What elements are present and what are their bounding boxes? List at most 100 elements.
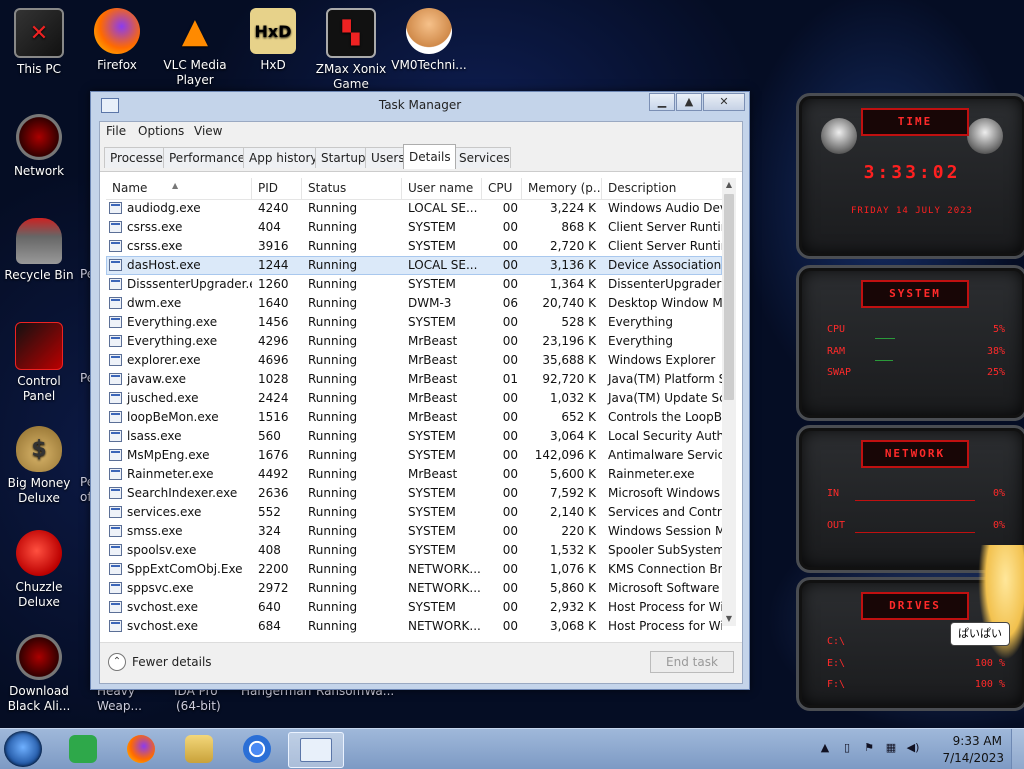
table-row[interactable]: svchost.exe 684 Running NETWORK... 00 3,068 K…: [106, 617, 722, 636]
window-client-area: File Options View Processes Performance …: [99, 121, 743, 684]
table-row[interactable]: loopBeMon.exe 1516 Running MrBeast 00 652 K Co…: [106, 408, 722, 427]
table-row[interactable]: DisssenterUpgrader.exe 1260 Running SYSTEM 0…: [106, 275, 722, 294]
taskbar-notes[interactable]: [58, 732, 108, 766]
table-row[interactable]: MsMpEng.exe 1676 Running SYSTEM 00 142,096 K A…: [106, 446, 722, 465]
user-name-cell: SYSTEM: [408, 315, 456, 329]
table-row[interactable]: Everything.exe 4296 Running MrBeast 00 23,196…: [106, 332, 722, 351]
memory-cell: 20,740 K: [542, 296, 596, 310]
table-row[interactable]: svchost.exe 640 Running SYSTEM 00 2,932 K Host…: [106, 598, 722, 617]
column-header-label: Name: [112, 181, 148, 195]
flag-icon[interactable]: ⚑: [862, 741, 876, 755]
table-row[interactable]: sppsvc.exe 2972 Running NETWORK... 00 5,860 K…: [106, 579, 722, 598]
taskbar-firefox[interactable]: [116, 732, 166, 766]
process-name-cell: jusched.exe: [127, 391, 199, 405]
desktop-icon-big-money[interactable]: $ Big Money Deluxe: [0, 426, 78, 506]
taskbar-clock-date[interactable]: 7/14/2023: [942, 751, 1004, 765]
desktop-icon-this-pc[interactable]: ✕ This PC: [0, 8, 78, 77]
table-row[interactable]: csrss.exe 404 Running SYSTEM 00 868 K Client S…: [106, 218, 722, 237]
tab-details[interactable]: Details: [403, 144, 456, 169]
menu-view[interactable]: View: [194, 124, 222, 138]
status-cell: Running: [308, 410, 358, 424]
memory-cell: 868 K: [561, 220, 596, 234]
show-desktop-button[interactable]: [1011, 729, 1024, 769]
close-button[interactable]: ✕: [703, 93, 745, 111]
column-header-status[interactable]: Status: [302, 178, 402, 199]
table-row[interactable]: csrss.exe 3916 Running SYSTEM 00 2,720 K Clien…: [106, 237, 722, 256]
taskbar-clock-time[interactable]: 9:33 AM: [953, 734, 1002, 748]
table-row[interactable]: Rainmeter.exe 4492 Running MrBeast 00 5,600 K…: [106, 465, 722, 484]
table-row[interactable]: spoolsv.exe 408 Running SYSTEM 00 1,532 K Spoo…: [106, 541, 722, 560]
table-row[interactable]: explorer.exe 4696 Running MrBeast 00 35,688 K…: [106, 351, 722, 370]
fewer-details-link[interactable]: Fewer details: [132, 655, 212, 669]
table-row[interactable]: services.exe 552 Running SYSTEM 00 2,140 K Ser…: [106, 503, 722, 522]
taskbar-chrome[interactable]: [232, 732, 282, 766]
taskbar-task-manager[interactable]: [288, 732, 344, 768]
memory-cell: 3,224 K: [549, 201, 596, 215]
minimize-button[interactable]: ▁: [649, 93, 675, 111]
desktop-icon-firefox[interactable]: Firefox: [78, 8, 156, 73]
scroll-up-icon[interactable]: ▲: [722, 178, 736, 192]
table-row[interactable]: Everything.exe 1456 Running SYSTEM 00 528 K Ev…: [106, 313, 722, 332]
tab-strip: Processes Performance App history Startu…: [100, 141, 742, 172]
tablet-icon[interactable]: ▯: [840, 741, 854, 755]
table-row[interactable]: dasHost.exe 1244 Running LOCAL SE... 00 3,136…: [106, 256, 722, 275]
volume-icon[interactable]: ◀): [906, 741, 920, 755]
money-bag-icon: $: [16, 426, 62, 472]
taskbar-file-explorer[interactable]: [174, 732, 224, 766]
maximize-button[interactable]: ▲: [676, 93, 702, 111]
user-name-cell: MrBeast: [408, 334, 458, 348]
cpu-cell: 00: [502, 600, 518, 614]
menu-file[interactable]: File: [106, 124, 126, 138]
table-row[interactable]: SppExtComObj.Exe 2200 Running NETWORK... 00 1…: [106, 560, 722, 579]
title-bar[interactable]: Task Manager ▁ ▲ ✕: [91, 92, 749, 118]
desktop-icon-network[interactable]: Network: [0, 114, 78, 179]
tab-services[interactable]: Services: [453, 147, 511, 168]
tab-startup[interactable]: Startup: [315, 147, 369, 168]
desktop-icon-vm0[interactable]: VM0Techni...: [390, 8, 468, 73]
show-hidden-icons-icon[interactable]: ▲: [818, 741, 832, 755]
column-header-memory[interactable]: Memory (p...: [522, 178, 602, 199]
desktop-icon-chuzzle[interactable]: Chuzzle Deluxe: [0, 530, 78, 610]
tab-app-history[interactable]: App history: [243, 147, 319, 168]
desktop-icon-recycle-bin[interactable]: Recycle Bin: [0, 218, 78, 283]
memory-cell: 1,076 K: [549, 562, 596, 576]
column-header-description[interactable]: Description: [602, 178, 722, 199]
table-row[interactable]: audiodg.exe 4240 Running LOCAL SE... 00 3,224…: [106, 199, 722, 218]
column-header-user-name[interactable]: User name: [402, 178, 482, 199]
scroll-down-icon[interactable]: ▼: [722, 612, 736, 626]
task-manager-window[interactable]: Task Manager ▁ ▲ ✕ File Options View Pro…: [90, 91, 750, 690]
process-name-cell: csrss.exe: [127, 220, 183, 234]
scrollbar-thumb[interactable]: [724, 194, 734, 400]
table-row[interactable]: dwm.exe 1640 Running DWM-3 06 20,740 K Desktop…: [106, 294, 722, 313]
end-task-button[interactable]: End task: [650, 651, 734, 673]
table-row[interactable]: javaw.exe 1028 Running MrBeast 01 92,720 K Jav…: [106, 370, 722, 389]
process-name-cell: MsMpEng.exe: [127, 448, 210, 462]
tab-users[interactable]: Users: [365, 147, 407, 168]
tab-performance[interactable]: Performance: [163, 147, 246, 168]
column-header-cpu[interactable]: CPU: [482, 178, 522, 199]
column-header-pid[interactable]: PID: [252, 178, 302, 199]
start-button[interactable]: [4, 731, 42, 767]
desktop-icon-black-alien[interactable]: Download Black Ali...: [0, 634, 78, 714]
status-cell: Running: [308, 581, 358, 595]
memory-cell: 2,932 K: [549, 600, 596, 614]
network-status-icon[interactable]: ▦: [884, 741, 898, 755]
column-header-name[interactable]: ▲ Name: [106, 178, 252, 199]
process-name-cell: svchost.exe: [127, 619, 198, 633]
chevron-up-icon[interactable]: ⌃: [108, 653, 126, 671]
vertical-scrollbar[interactable]: ▲ ▼: [722, 178, 736, 626]
table-row[interactable]: SearchIndexer.exe 2636 Running SYSTEM 00 7,59…: [106, 484, 722, 503]
desktop-icon-zmax[interactable]: ▚ ZMax Xonix Game: [312, 8, 390, 92]
desktop-icon-vlc[interactable]: ▲ VLC Media Player: [156, 8, 234, 88]
process-name-cell: lsass.exe: [127, 429, 182, 443]
network-row-value: 0%: [992, 520, 1005, 531]
menu-options[interactable]: Options: [138, 124, 184, 138]
table-row[interactable]: lsass.exe 560 Running SYSTEM 00 3,064 K Local …: [106, 427, 722, 446]
tab-processes[interactable]: Processes: [104, 147, 171, 168]
process-name-cell: SppExtComObj.Exe: [127, 562, 243, 576]
table-row[interactable]: smss.exe 324 Running SYSTEM 00 220 K Windows S…: [106, 522, 722, 541]
table-row[interactable]: jusched.exe 2424 Running MrBeast 00 1,032 K Ja…: [106, 389, 722, 408]
desktop-icon-control-panel[interactable]: Control Panel: [0, 322, 78, 404]
desktop-icon-hxd[interactable]: HxD HxD: [234, 8, 312, 73]
status-cell: Running: [308, 467, 358, 481]
